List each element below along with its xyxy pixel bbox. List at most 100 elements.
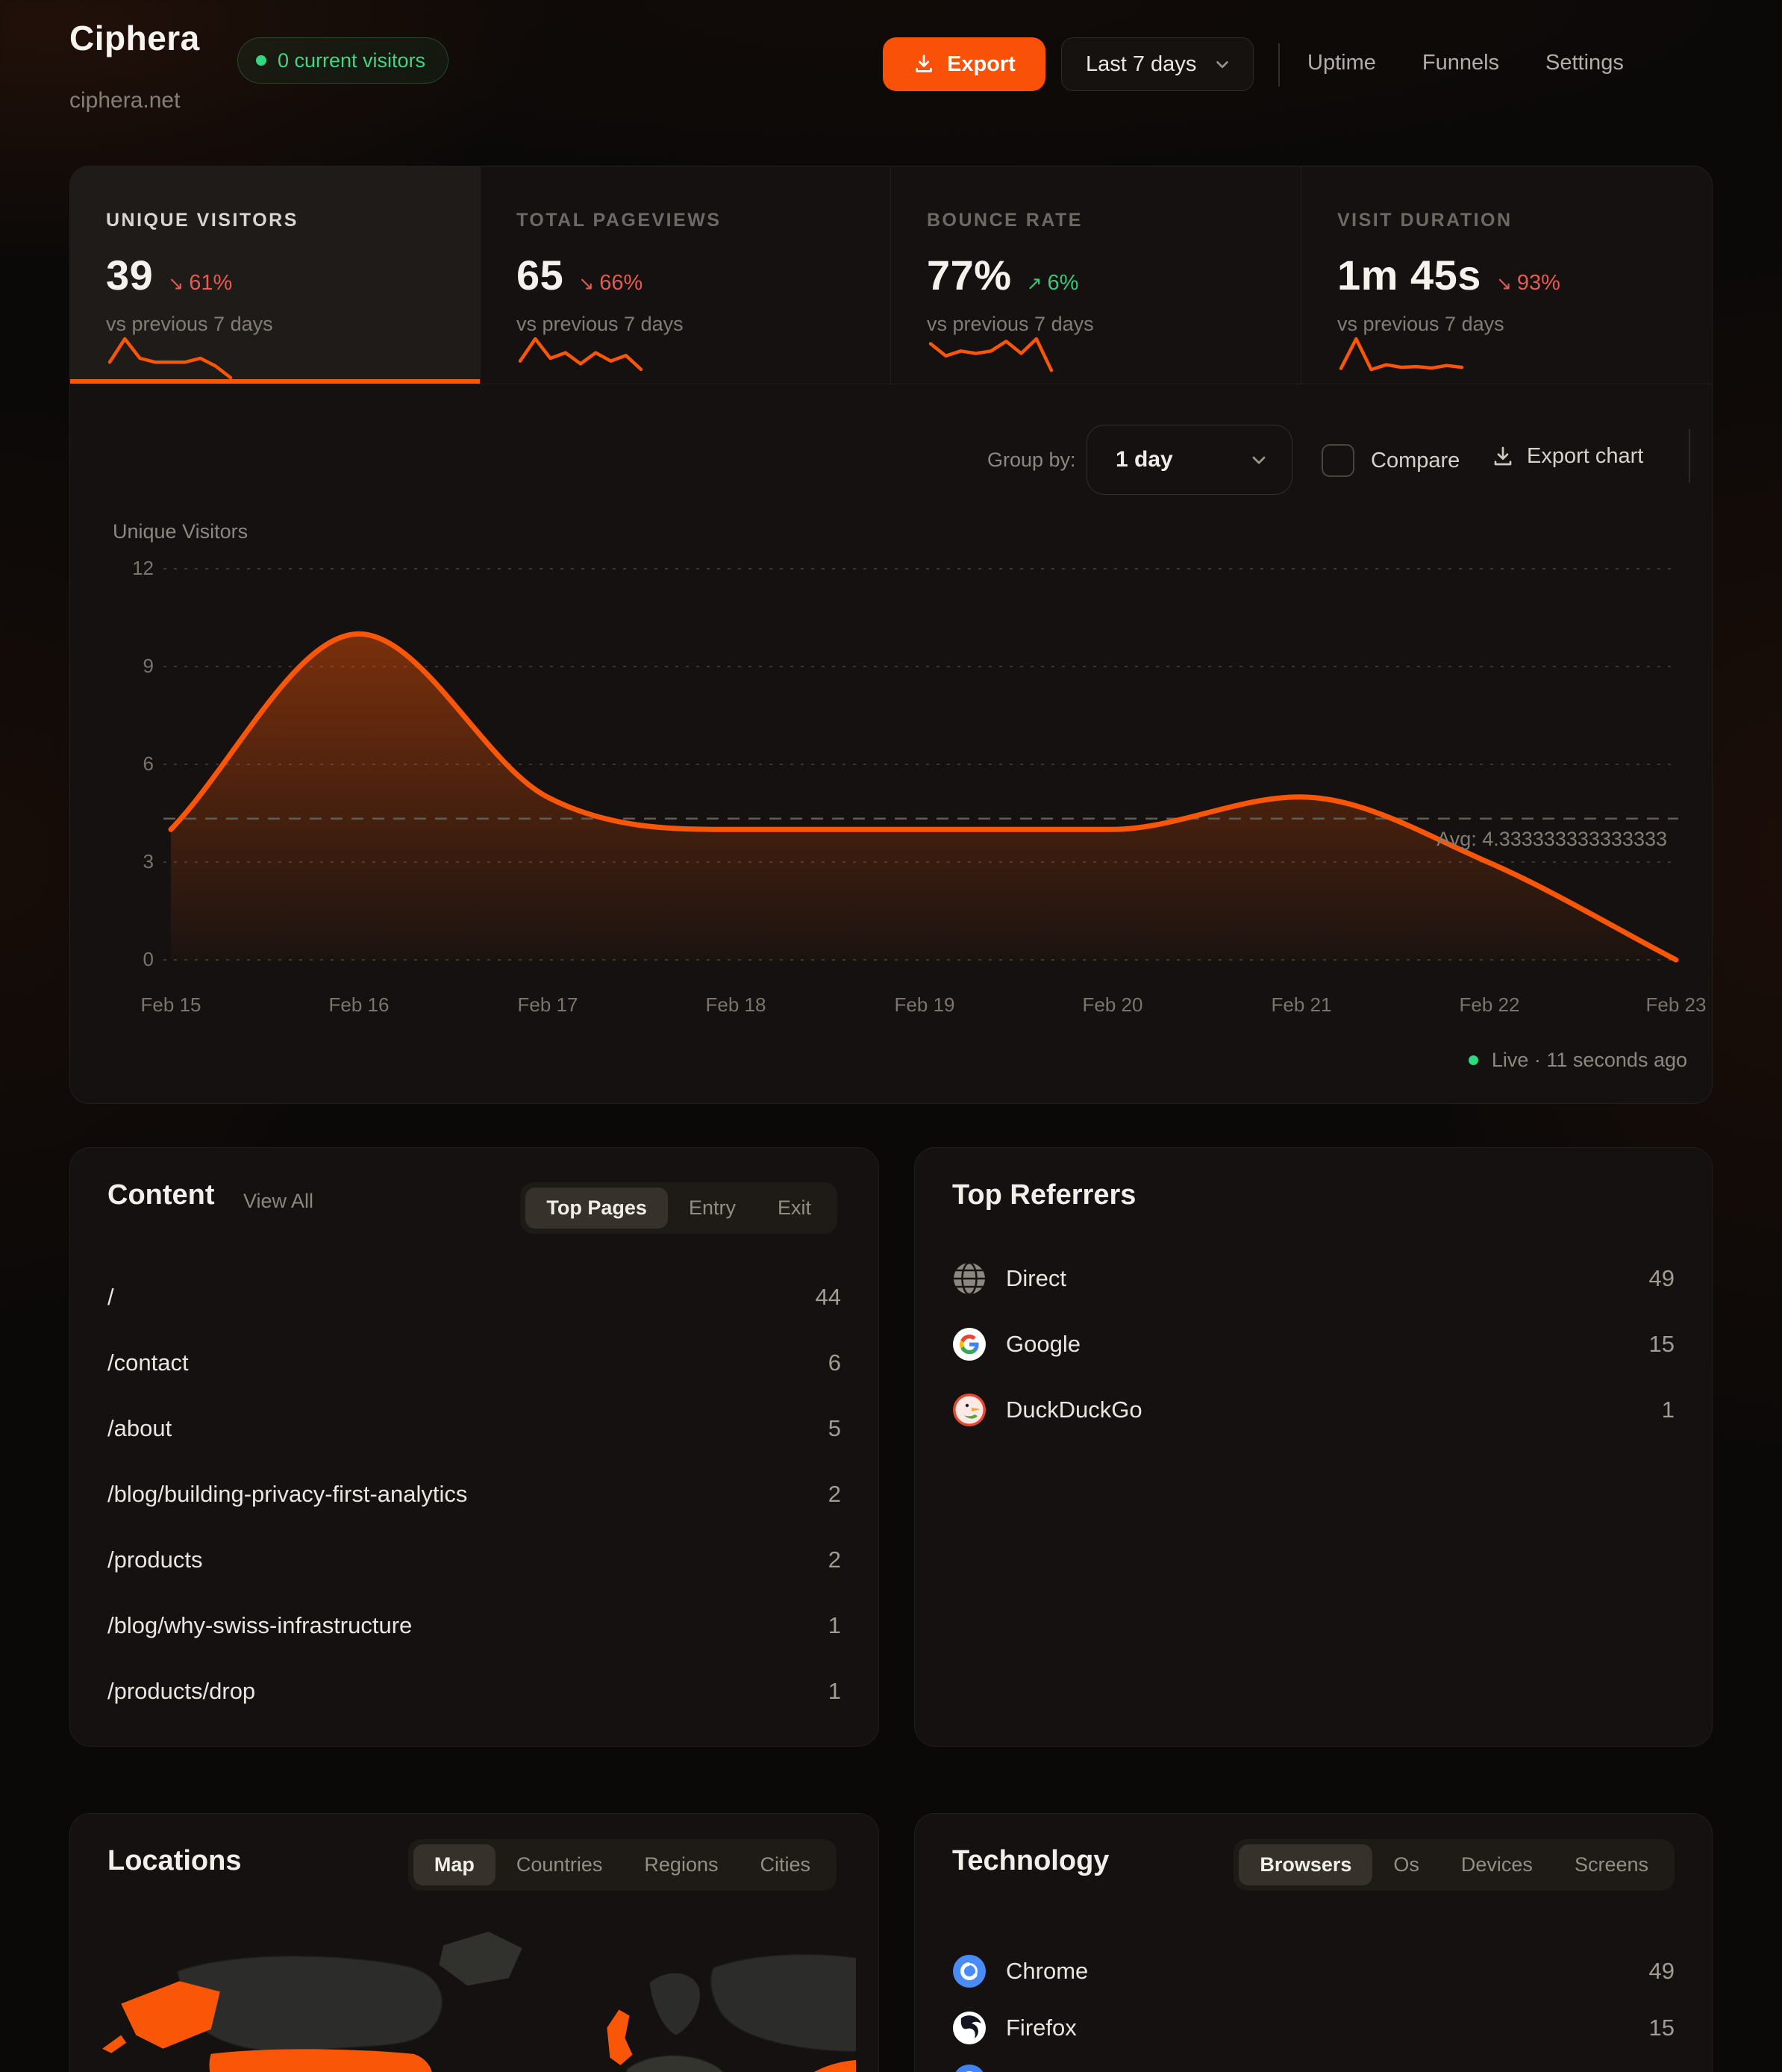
browser-row[interactable]: Chrome 49: [952, 1943, 1675, 2000]
stat-value: 39: [106, 251, 153, 299]
tab-os[interactable]: Os: [1372, 1844, 1440, 1885]
stat-label: BOUNCE RATE: [927, 210, 1301, 231]
live-status: Live · 11 seconds ago: [1469, 1049, 1687, 1072]
page-row[interactable]: /products2: [107, 1527, 841, 1593]
y-tick: 9: [70, 655, 154, 678]
date-range-select[interactable]: Last 7 days: [1061, 37, 1254, 91]
stat-card-visit-duration[interactable]: VISIT DURATION 1m 45s ↘93% vs previous 7…: [1301, 166, 1712, 384]
x-tick: Feb 22: [1437, 993, 1542, 1017]
stat-compare-label: vs previous 7 days: [516, 313, 890, 336]
x-tick: Feb 23: [1624, 993, 1713, 1017]
tab-screens[interactable]: Screens: [1554, 1844, 1669, 1885]
page-row[interactable]: /blog/why-swiss-infrastructure1: [107, 1593, 841, 1658]
stat-delta: ↗6%: [1027, 271, 1079, 296]
stat-delta: ↘61%: [168, 271, 232, 296]
site-title: Ciphera: [69, 18, 200, 58]
globe-icon: [952, 1261, 987, 1296]
chevron-down-icon: [1248, 449, 1269, 470]
view-all-link[interactable]: View All: [243, 1190, 313, 1213]
chart-line: [171, 634, 1676, 960]
google-icon: [952, 1327, 987, 1361]
chart-series-label: Unique Visitors: [113, 520, 248, 543]
stat-delta: ↘66%: [578, 271, 643, 296]
y-tick: 0: [70, 948, 154, 971]
tab-devices[interactable]: Devices: [1440, 1844, 1554, 1885]
stat-card-unique-visitors[interactable]: UNIQUE VISITORS 39 ↘61% vs previous 7 da…: [70, 166, 481, 384]
trend-down-icon: ↘: [578, 272, 594, 294]
page-row[interactable]: /44: [107, 1264, 841, 1330]
firefox-icon: [952, 2011, 987, 2045]
locations-panel: Locations Map Countries Regions Cities: [69, 1813, 879, 2072]
tab-exit[interactable]: Exit: [757, 1188, 832, 1229]
technology-panel: Technology Browsers Os Devices Screens C…: [914, 1813, 1713, 2072]
tab-entry[interactable]: Entry: [668, 1188, 757, 1229]
tab-top-pages[interactable]: Top Pages: [525, 1188, 668, 1229]
trend-up-icon: ↗: [1027, 272, 1042, 294]
tab-regions[interactable]: Regions: [623, 1844, 739, 1885]
header-divider: [1278, 43, 1280, 87]
browser-icon-partial: [952, 2064, 987, 2072]
pages-list: /44 /contact6 /about5 /blog/building-pri…: [107, 1264, 841, 1724]
compare-label[interactable]: Compare: [1371, 449, 1460, 473]
stat-label: VISIT DURATION: [1337, 210, 1712, 231]
chart-area-fill: [171, 634, 1676, 960]
nav-settings[interactable]: Settings: [1545, 51, 1624, 75]
world-map: [91, 1912, 856, 2072]
tab-cities[interactable]: Cities: [739, 1844, 831, 1885]
download-icon: [913, 53, 935, 75]
nav-uptime[interactable]: Uptime: [1307, 51, 1376, 75]
trend-down-icon: ↘: [1496, 272, 1512, 294]
page-row[interactable]: /contact6: [107, 1330, 841, 1396]
tab-map[interactable]: Map: [413, 1844, 495, 1885]
stat-compare-label: vs previous 7 days: [1337, 313, 1712, 336]
export-chart-button[interactable]: Export chart: [1491, 444, 1643, 469]
nav-funnels[interactable]: Funnels: [1422, 51, 1499, 75]
current-visitors-label: 0 current visitors: [278, 49, 425, 72]
group-by-label: Group by:: [987, 449, 1076, 472]
tab-countries[interactable]: Countries: [495, 1844, 624, 1885]
referrer-row[interactable]: Direct 49: [952, 1246, 1675, 1311]
stat-compare-label: vs previous 7 days: [106, 313, 480, 336]
sparkline-chart: [1337, 335, 1466, 381]
technology-tabs: Browsers Os Devices Screens: [1234, 1839, 1675, 1891]
live-dot-icon: [1469, 1055, 1478, 1065]
average-value-label: Avg: 4.333333333333333: [1369, 828, 1667, 851]
trend-down-icon: ↘: [168, 272, 184, 294]
referrer-row[interactable]: DuckDuckGo 1: [952, 1377, 1675, 1443]
controls-divider: [1689, 429, 1690, 483]
current-visitors-badge[interactable]: 0 current visitors: [237, 37, 448, 84]
export-button[interactable]: Export: [883, 37, 1045, 91]
live-status-label: Live · 11 seconds ago: [1492, 1049, 1687, 1072]
group-by-select[interactable]: 1 day: [1087, 425, 1292, 495]
tab-browsers[interactable]: Browsers: [1239, 1844, 1372, 1885]
sparkline-chart: [927, 335, 1055, 381]
x-tick: Feb 15: [119, 993, 223, 1017]
compare-checkbox[interactable]: [1322, 444, 1354, 477]
sparkline-chart: [516, 335, 645, 381]
browsers-list: Chrome 49 Firefox 15: [952, 1943, 1675, 2056]
live-dot-icon: [256, 55, 266, 66]
export-chart-label: Export chart: [1527, 444, 1643, 469]
stat-compare-label: vs previous 7 days: [927, 313, 1301, 336]
x-tick: Feb 17: [495, 993, 600, 1017]
content-tabs: Top Pages Entry Exit: [520, 1182, 837, 1234]
stat-value: 77%: [927, 251, 1012, 299]
x-tick: Feb 18: [684, 993, 788, 1017]
sparkline-chart: [106, 335, 234, 381]
stat-card-total-pageviews[interactable]: TOTAL PAGEVIEWS 65 ↘66% vs previous 7 da…: [481, 166, 891, 384]
page-row[interactable]: /blog/building-privacy-first-analytics2: [107, 1461, 841, 1527]
chrome-icon: [952, 1954, 987, 1988]
stat-label: UNIQUE VISITORS: [106, 210, 480, 231]
page-row[interactable]: /about5: [107, 1396, 841, 1461]
date-range-value: Last 7 days: [1086, 52, 1196, 77]
top-referrers-panel: Top Referrers Direct 49: [914, 1147, 1713, 1747]
analytics-dashboard: Ciphera 0 current visitors ciphera.net E…: [0, 0, 1782, 2072]
browser-row[interactable]: Firefox 15: [952, 2000, 1675, 2056]
chevron-down-icon: [1213, 54, 1232, 74]
stat-card-bounce-rate[interactable]: BOUNCE RATE 77% ↗6% vs previous 7 days: [891, 166, 1301, 384]
referrer-row[interactable]: Google 15: [952, 1311, 1675, 1377]
top-nav: Uptime Funnels Settings: [1307, 51, 1624, 75]
page-row[interactable]: /products/drop1: [107, 1658, 841, 1724]
x-tick: Feb 16: [307, 993, 411, 1017]
group-by-value: 1 day: [1116, 447, 1173, 472]
